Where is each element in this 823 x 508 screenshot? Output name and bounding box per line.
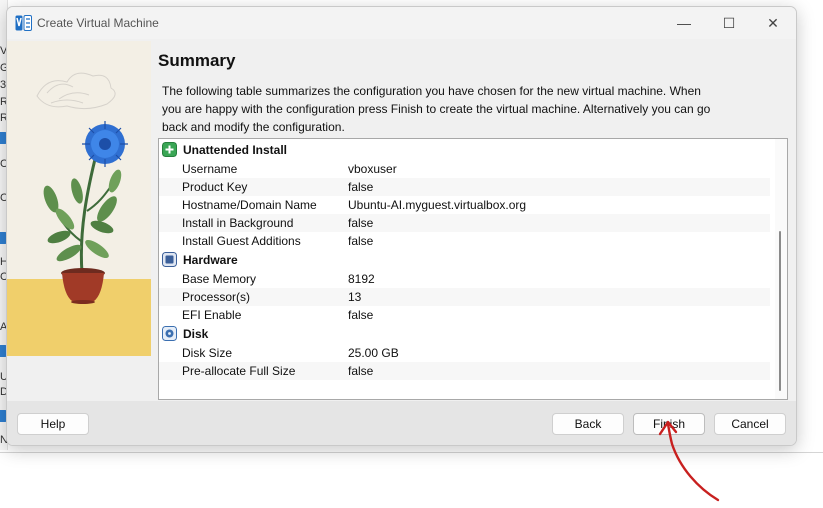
table-row: Install in Background false	[159, 214, 770, 232]
row-value: false	[348, 180, 374, 194]
minimize-button[interactable]: —	[664, 11, 704, 35]
unattended-install-icon	[162, 142, 177, 157]
table-row: Install Guest Additions false	[159, 232, 770, 250]
row-key: Pre-allocate Full Size	[182, 364, 296, 378]
row-value: Ubuntu-AI.myguest.virtualbox.org	[348, 198, 527, 212]
virtualbox-icon	[15, 15, 32, 31]
row-key: Install Guest Additions	[182, 234, 301, 248]
title-bar[interactable]: Create Virtual Machine — ☐ ✕	[7, 7, 796, 39]
table-row: Hostname/Domain Name Ubuntu-AI.myguest.v…	[159, 196, 770, 214]
row-key: Install in Background	[182, 216, 294, 230]
row-key: Disk Size	[182, 346, 233, 360]
button-bar: Help Back Finish Cancel	[7, 401, 796, 445]
help-button[interactable]: Help	[17, 413, 89, 435]
table-row: Product Key false	[159, 178, 770, 196]
window-title: Create Virtual Machine	[37, 16, 159, 30]
maximize-button[interactable]: ☐	[709, 11, 749, 35]
background-divider	[0, 452, 823, 453]
close-button[interactable]: ✕	[753, 11, 793, 35]
disk-icon	[162, 326, 177, 341]
section-title: Hardware	[183, 253, 238, 267]
finish-button[interactable]: Finish	[633, 413, 705, 435]
row-value: false	[348, 364, 374, 378]
row-key: Hostname/Domain Name	[182, 198, 317, 212]
summary-table[interactable]: Unattended Install Username vboxuser Pro…	[158, 138, 788, 400]
row-key: EFI Enable	[182, 308, 242, 322]
page-title: Summary	[158, 51, 236, 70]
row-value: 13	[348, 290, 362, 304]
table-row: Username vboxuser	[159, 160, 770, 178]
row-key: Base Memory	[182, 272, 257, 286]
table-row: Processor(s) 13	[159, 288, 770, 306]
row-value: false	[348, 308, 374, 322]
table-row: EFI Enable false	[159, 306, 770, 324]
section-disk: Disk	[159, 324, 770, 344]
back-button[interactable]: Back	[552, 413, 624, 435]
cancel-button[interactable]: Cancel	[714, 413, 786, 435]
table-row: Base Memory 8192	[159, 270, 770, 288]
row-key: Product Key	[182, 180, 248, 194]
section-title: Unattended Install	[183, 143, 288, 157]
row-key: Processor(s)	[182, 290, 251, 304]
section-unattended-install: Unattended Install	[159, 140, 770, 160]
create-vm-dialog: Create Virtual Machine — ☐ ✕ Summary The…	[6, 6, 797, 446]
hardware-chip-icon	[162, 252, 177, 267]
table-row: Disk Size 25.00 GB	[159, 344, 770, 362]
table-row: Pre-allocate Full Size false	[159, 362, 770, 380]
row-value: false	[348, 216, 374, 230]
section-hardware: Hardware	[159, 250, 770, 270]
row-value: vboxuser	[348, 162, 397, 176]
row-key: Username	[182, 162, 238, 176]
row-value: 8192	[348, 272, 375, 286]
wizard-illustration	[7, 41, 151, 356]
table-scrollbar[interactable]	[775, 139, 787, 399]
summary-description: The following table summarizes the confi…	[162, 84, 711, 134]
section-title: Disk	[183, 327, 209, 341]
row-value: false	[348, 234, 374, 248]
scrollbar-thumb[interactable]	[779, 231, 781, 391]
row-value: 25.00 GB	[348, 346, 399, 360]
